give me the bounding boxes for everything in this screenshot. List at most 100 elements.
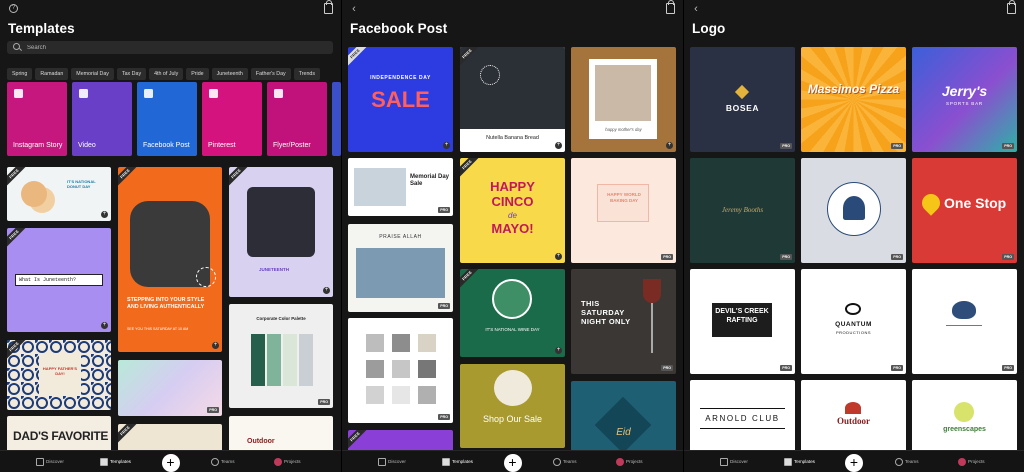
nav-label: Teams <box>905 459 919 464</box>
chip-juneteenth[interactable]: Juneteenth <box>211 68 248 80</box>
template-card-praise[interactable]: PRAISE ALLAH PRO <box>348 224 453 312</box>
discover-icon <box>378 457 386 466</box>
add-template-button[interactable]: + <box>443 142 450 149</box>
search-bar[interactable] <box>7 41 333 54</box>
nav-teams[interactable]: Teams <box>553 456 577 468</box>
logo-text: Outdoor <box>836 416 870 426</box>
nav-discover[interactable]: Discover <box>36 456 64 468</box>
template-card-world-baking[interactable]: HAPPY WORLD BAKING DAY PRO <box>571 158 676 263</box>
category-label: Flyer/Poster <box>273 142 311 149</box>
photo <box>366 360 384 378</box>
chip-4th-of-july[interactable]: 4th of July <box>149 68 184 80</box>
nav-templates[interactable]: Templates <box>442 456 473 468</box>
category-facebook-post[interactable]: Facebook Post <box>137 82 197 156</box>
template-card-nutella[interactable]: Nutella Banana Bread FREE + <box>460 47 565 152</box>
nav-teams[interactable]: Teams <box>211 456 235 468</box>
nav-projects[interactable]: Projects <box>958 456 985 468</box>
shopping-bag-icon[interactable] <box>666 0 675 14</box>
nav-projects[interactable]: Projects <box>274 456 301 468</box>
chip-fathers-day[interactable]: Father's Day <box>250 68 291 80</box>
pro-badge: PRO <box>780 365 792 371</box>
template-card-wine-day[interactable]: IT'S NATIONAL WINE DAY FREE + <box>460 269 565 357</box>
template-card-donut[interactable]: IT'S NATIONAL DONUT DAY FREE + <box>7 167 111 221</box>
discover-icon <box>720 457 728 466</box>
logo-card-one-stop[interactable]: One Stop PRO <box>912 158 1017 263</box>
add-template-button[interactable]: + <box>666 142 673 149</box>
category-flyer-poster[interactable]: Flyer/Poster <box>267 82 327 156</box>
chip-tax-day[interactable]: Tax Day <box>116 68 147 80</box>
logo-card-tree-seal[interactable]: PRO <box>801 158 906 263</box>
template-card-stepping-style[interactable]: STEPPING INTO YOUR STYLE AND LIVING AUTH… <box>118 167 222 352</box>
shopping-bag-icon[interactable] <box>1007 0 1016 14</box>
category-more[interactable] <box>332 82 341 156</box>
logo-card-shell[interactable]: PRO <box>912 269 1017 374</box>
category-label: Video <box>78 142 96 149</box>
add-template-button[interactable]: + <box>101 322 108 329</box>
photo <box>418 334 436 352</box>
pro-badge: PRO <box>891 143 903 149</box>
template-card-juneteenth-photo[interactable]: JUNETEENTH FREE + <box>229 167 333 297</box>
add-template-button[interactable]: + <box>212 342 219 349</box>
add-template-button[interactable]: + <box>555 142 562 149</box>
add-template-button[interactable]: + <box>323 287 330 294</box>
nav-templates[interactable]: Templates <box>100 456 131 468</box>
logo-card-quantum[interactable]: QUANTUM PRODUCTIONS PRO <box>801 269 906 374</box>
chip-pride[interactable]: Pride <box>186 68 209 80</box>
category-pinterest[interactable]: Pinterest <box>202 82 262 156</box>
free-badge: FREE <box>118 424 139 445</box>
help-icon[interactable]: ? <box>9 4 18 13</box>
template-card-gradient[interactable]: PRO <box>118 360 222 416</box>
photo <box>494 370 532 406</box>
create-button[interactable]: + <box>845 454 863 472</box>
logo-card-bosea[interactable]: BOSEA PRO <box>690 47 795 152</box>
template-card-memorial-sale[interactable]: Memorial Day Sale PRO <box>348 158 453 216</box>
logo-mark <box>954 402 974 422</box>
logo-pane: ‹ Logo BOSEA PRO Massimos Pizza PRO Jerr… <box>684 0 1024 472</box>
template-card-photo-grid[interactable]: PRO <box>348 318 453 423</box>
nav-teams[interactable]: Teams <box>895 456 919 468</box>
template-card-mothers-day[interactable]: happy mother's day + <box>571 47 676 152</box>
shopping-bag-icon[interactable] <box>324 0 333 14</box>
logo-graphic <box>480 65 500 85</box>
chip-spring[interactable]: Spring <box>7 68 33 80</box>
logo-mark <box>734 84 750 100</box>
create-button[interactable]: + <box>503 454 522 472</box>
back-icon[interactable]: ‹ <box>691 4 701 15</box>
create-button[interactable]: + <box>161 454 180 472</box>
template-card-independence-sale[interactable]: INDEPENDENCE DAY SALE FREE + <box>348 47 453 152</box>
logo-card-devils-creek[interactable]: DEVIL'S CREEK RAFTING PRO <box>690 269 795 374</box>
logo-text: Massimos Pizza <box>807 82 900 96</box>
logo-card-jerrys[interactable]: Jerry's SPORTS BAR PRO <box>912 47 1017 152</box>
add-template-button[interactable]: + <box>555 253 562 260</box>
category-video[interactable]: Video <box>72 82 132 156</box>
nav-discover[interactable]: Discover <box>378 456 406 468</box>
bottom-nav: Discover Templates + Teams Projects <box>0 450 341 472</box>
template-card-saturday-night[interactable]: THIS SATURDAY NIGHT ONLY PRO <box>571 269 676 374</box>
nav-discover[interactable]: Discover <box>720 456 748 468</box>
category-instagram-story[interactable]: Instagram Story <box>7 82 67 156</box>
logo-text: BOSEA <box>725 103 760 113</box>
template-card-fathers-pattern[interactable]: HAPPY FATHER'S DAY! FREE <box>7 340 111 410</box>
nav-label: Templates <box>110 459 131 464</box>
search-input[interactable] <box>27 41 317 54</box>
nav-projects[interactable]: Projects <box>616 456 643 468</box>
chip-memorial-day[interactable]: Memorial Day <box>71 68 114 80</box>
logo-text: QUANTUM <box>835 321 872 328</box>
chip-ramadan[interactable]: Ramadan <box>35 68 69 80</box>
chip-trends[interactable]: Trends <box>293 68 321 80</box>
template-card-eid[interactable]: Eid <box>571 381 676 451</box>
template-card-juneteenth-question[interactable]: What Is Juneteenth? FREE + <box>7 228 111 332</box>
pro-badge: PRO <box>1002 143 1014 149</box>
template-card-shop-sale[interactable]: Shop Our Sale <box>460 364 565 448</box>
template-card-cinco-de-mayo[interactable]: HAPPY CINCO de MAYO! FREE + <box>460 158 565 263</box>
nav-templates[interactable]: Templates <box>784 456 815 468</box>
logo-text: DEVIL'S CREEK RAFTING <box>715 308 769 324</box>
back-icon[interactable]: ‹ <box>349 4 359 15</box>
card-text-sale: SALE <box>371 87 430 112</box>
template-card-color-palette[interactable]: Corporate Color Palette PRO <box>229 304 333 408</box>
logo-card-jeremy-booths[interactable]: Jeremy Booths PRO <box>690 158 795 263</box>
logo-card-massimos[interactable]: Massimos Pizza PRO <box>801 47 906 152</box>
add-template-button[interactable]: + <box>555 347 562 354</box>
card-text: HAPPY FATHER'S DAY! <box>42 366 78 376</box>
add-template-button[interactable]: + <box>101 211 108 218</box>
